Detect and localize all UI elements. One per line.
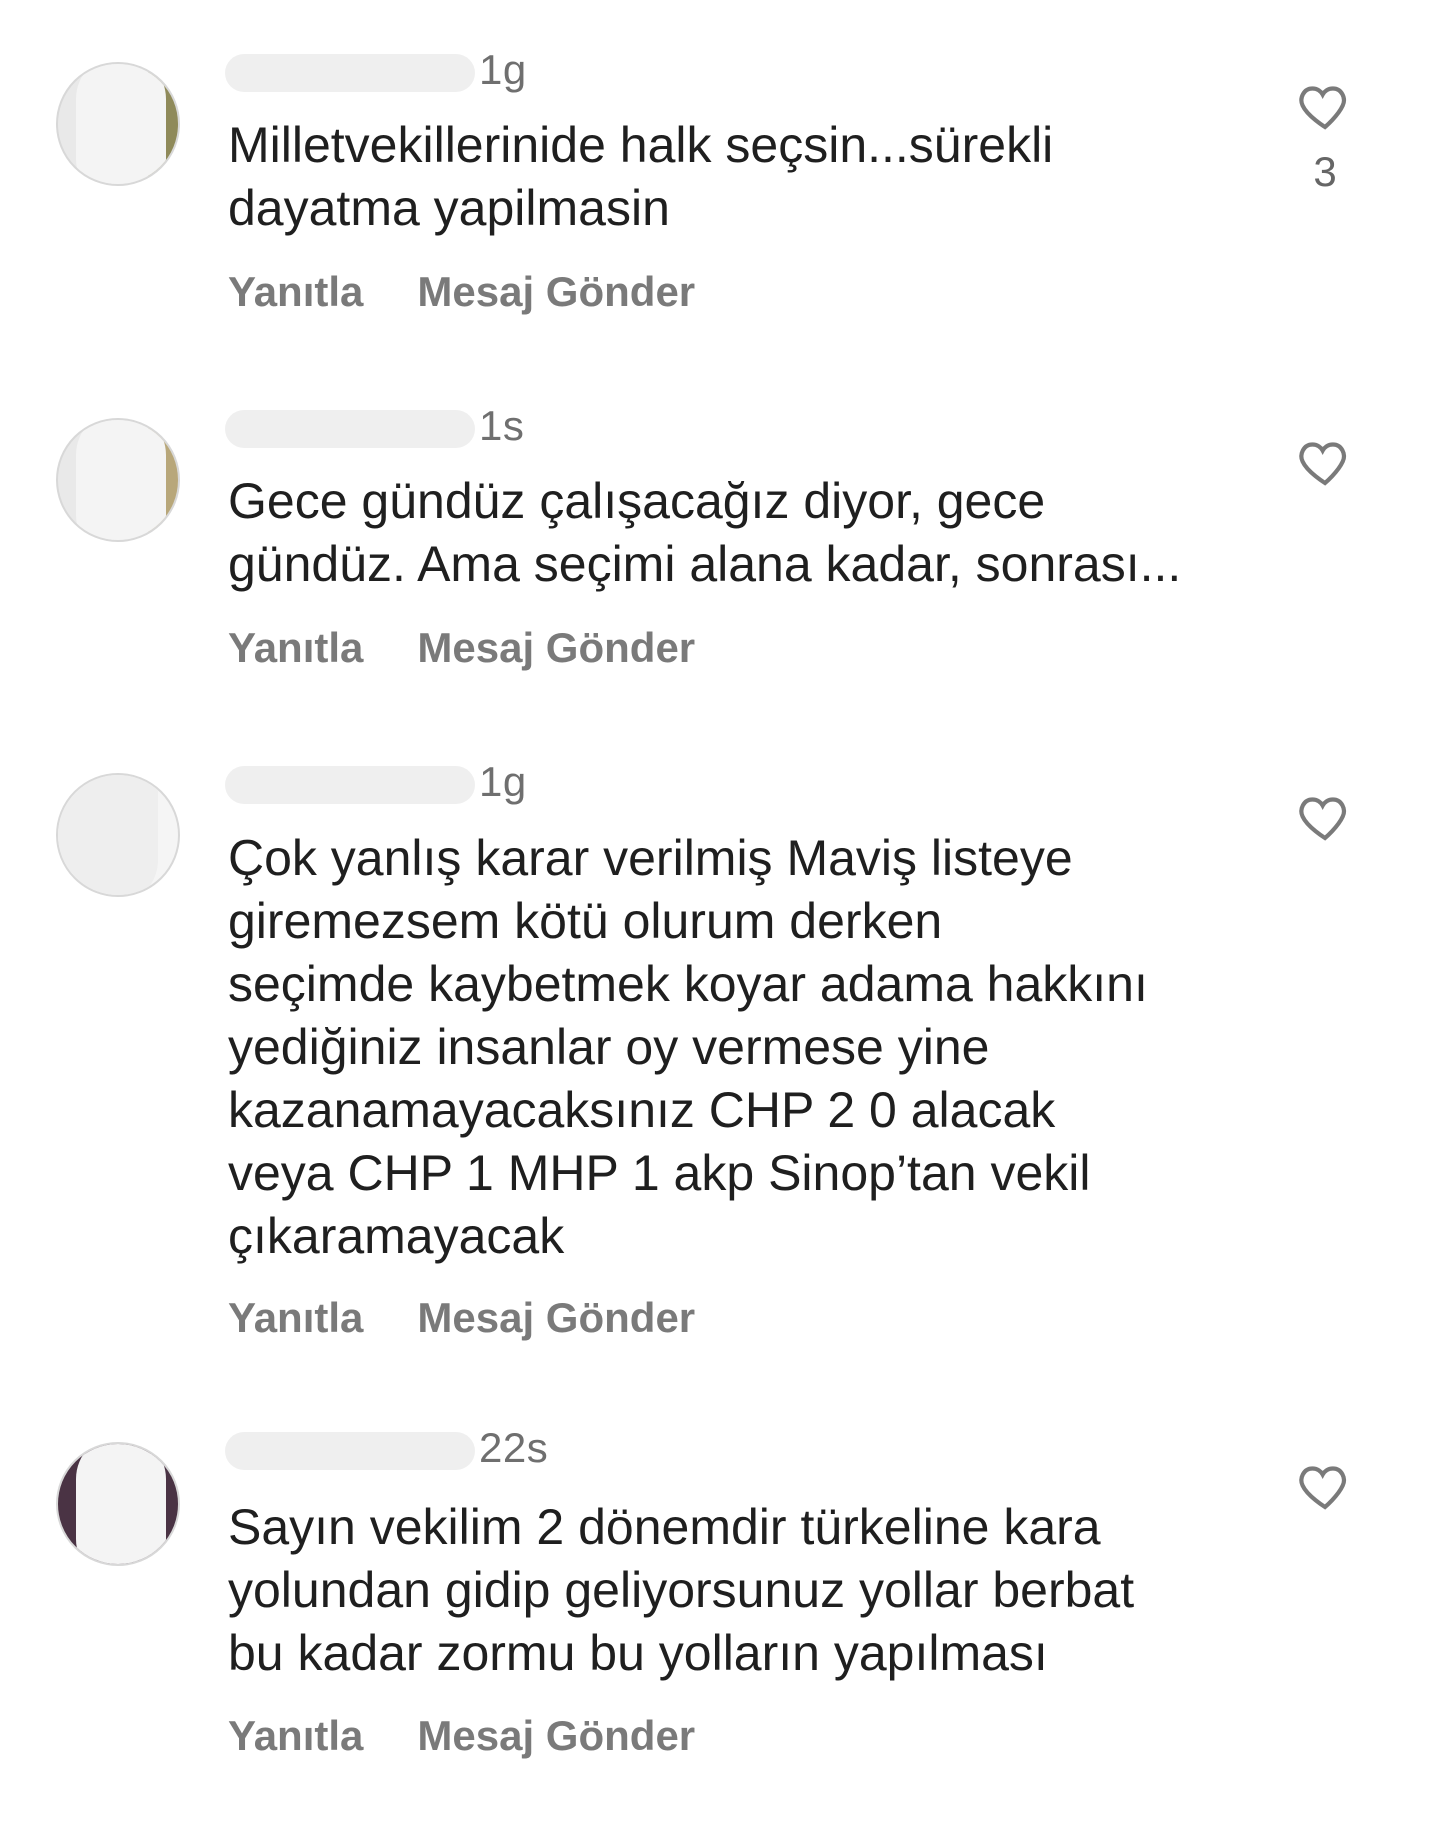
avatar[interactable] <box>56 62 180 186</box>
username[interactable]: 1g <box>225 758 527 806</box>
like-count: 3 <box>1313 148 1337 195</box>
comment-timestamp: 1g <box>479 758 527 805</box>
comment-timestamp: 22s <box>479 1424 549 1471</box>
comment-text: Gece gündüz çalışacağız diyor, gece günd… <box>228 473 1182 592</box>
heart-icon[interactable] <box>1297 789 1353 845</box>
avatar[interactable] <box>56 418 180 542</box>
redacted-username <box>225 765 475 804</box>
send-message-button[interactable]: Mesaj Gönder <box>417 1294 695 1341</box>
comment-actions: Yanıtla Mesaj Gönder <box>228 268 749 316</box>
comment-actions: Yanıtla Mesaj Gönder <box>228 624 749 672</box>
avatar[interactable] <box>56 773 180 897</box>
avatar[interactable] <box>56 1442 180 1566</box>
redacted-username <box>225 1431 475 1470</box>
heart-icon[interactable] <box>1297 434 1353 490</box>
comment-timestamp: 1s <box>479 402 525 449</box>
reply-button[interactable]: Yanıtla <box>228 268 363 315</box>
heart-icon[interactable] <box>1297 78 1353 134</box>
heart-icon[interactable] <box>1297 1458 1353 1514</box>
send-message-button[interactable]: Mesaj Gönder <box>417 624 695 671</box>
comment-text: Sayın vekilim 2 dönemdir türkeline kara … <box>228 1499 1135 1681</box>
reply-button[interactable]: Yanıtla <box>228 1294 363 1341</box>
comment-actions: Yanıtla Mesaj Gönder <box>228 1712 749 1760</box>
comment-timestamp: 1g <box>479 46 527 93</box>
reply-button[interactable]: Yanıtla <box>228 1712 363 1759</box>
comment-text: Milletvekillerinide halk seçsin...sürekl… <box>228 117 1054 236</box>
send-message-button[interactable]: Mesaj Gönder <box>417 1712 695 1759</box>
username[interactable]: 1g <box>225 46 527 94</box>
username[interactable]: 22s <box>225 1424 548 1472</box>
redacted-username <box>225 53 475 92</box>
redaction-mark <box>76 1444 166 1564</box>
redaction-mark <box>76 64 166 184</box>
redacted-username <box>225 409 475 448</box>
send-message-button[interactable]: Mesaj Gönder <box>417 268 695 315</box>
comment-actions: Yanıtla Mesaj Gönder <box>228 1294 749 1342</box>
redaction-mark <box>58 775 158 895</box>
comment-text: Çok yanlış karar verilmiş Maviş listeye … <box>228 830 1148 1264</box>
username[interactable]: 1s <box>225 402 524 450</box>
redaction-mark <box>76 420 166 540</box>
reply-button[interactable]: Yanıtla <box>228 624 363 671</box>
